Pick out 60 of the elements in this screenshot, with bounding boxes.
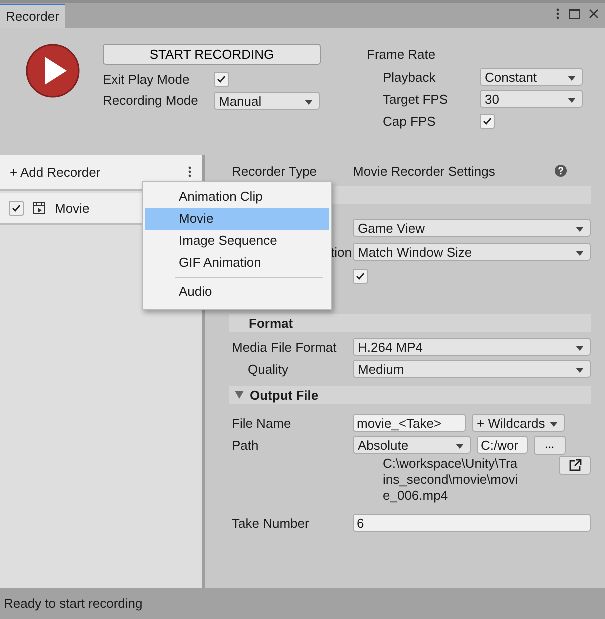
recording-mode-label: Recording Mode [103,93,200,108]
more-options-icon[interactable] [188,166,192,178]
checkmark-icon [11,202,22,214]
cap-fps-label: Cap FPS [383,114,437,128]
menu-item[interactable]: Image Sequence [145,230,329,252]
setting-label: Quality [247,362,290,376]
format-header-label: Format [249,316,294,330]
checkmark-icon [482,116,493,126]
browse-button[interactable]: ... [534,436,566,454]
output-file-title: Output File [250,388,319,402]
section-header[interactable]: Format [229,314,591,332]
playback-label: Playback [383,70,437,84]
menu-item[interactable]: Audio [145,281,329,303]
frame-rate-label: Frame Rate [367,46,437,64]
menu-item[interactable]: Animation Clip [145,186,329,208]
checkmark-icon [355,270,366,282]
recording-mode-dropdown[interactable]: Manual [214,92,320,110]
recorder-list-item[interactable]: Movie [55,200,90,216]
menu-item[interactable]: GIF Animation [145,252,329,274]
film-icon [33,202,46,214]
help-icon[interactable] [555,165,567,177]
foldout-triangle-icon[interactable] [235,391,244,399]
file-name-field[interactable]: movie_<Take> [353,414,466,432]
setting-label: tion [330,244,353,260]
more-options-icon[interactable] [556,8,560,20]
wildcards-dropdown[interactable]: + Wildcards [472,414,565,432]
setting-checkbox[interactable] [353,268,368,284]
target-fps-dropdown[interactable]: 30 [480,90,583,108]
setting-dropdown[interactable]: Medium [353,360,591,378]
exit-play-mode-label: Exit Play Mode [103,72,191,87]
resolved-path-text: C:\workspace\Unity\Tra ins_second\movie\movi e_006.mp4 [383,456,520,504]
target-fps-label: Target FPS [383,92,450,106]
path-field[interactable]: C:/wor [477,436,528,454]
path-mode-dropdown[interactable]: Absolute [353,436,471,454]
recorder-type-label: Recorder Type [232,164,318,178]
status-text: Ready to start recording [4,596,143,611]
setting-label: Media File Format [232,340,338,354]
external-link-icon [568,459,582,472]
setting-dropdown[interactable]: Game View [353,219,591,237]
window-tab[interactable]: Recorder [0,4,65,28]
menu-item[interactable]: Movie [145,208,329,230]
cap-fps-checkbox[interactable] [480,114,495,128]
path-label: Path [232,438,260,452]
output-file-header[interactable]: Output File [229,386,591,404]
exit-play-mode-checkbox[interactable] [214,72,229,87]
checkmark-icon [216,74,227,85]
close-icon[interactable] [589,9,599,19]
setting-dropdown[interactable]: Match Window Size [353,243,591,261]
maximize-icon[interactable] [569,9,580,19]
recorder-enabled-checkbox[interactable] [9,200,24,216]
add-recorder-button[interactable]: + Add Recorder [10,164,101,180]
open-folder-button[interactable] [559,456,591,475]
recorder-type-value: Movie Recorder Settings [353,164,496,178]
start-recording-button[interactable]: START RECORDING [103,44,321,65]
playback-dropdown[interactable]: Constant [480,68,583,86]
record-play-icon[interactable] [26,44,80,98]
take-number-label: Take Number [232,516,310,530]
file-name-label: File Name [232,416,292,430]
setting-dropdown[interactable]: H.264 MP4 [353,338,591,356]
take-number-field[interactable]: 6 [353,514,591,532]
